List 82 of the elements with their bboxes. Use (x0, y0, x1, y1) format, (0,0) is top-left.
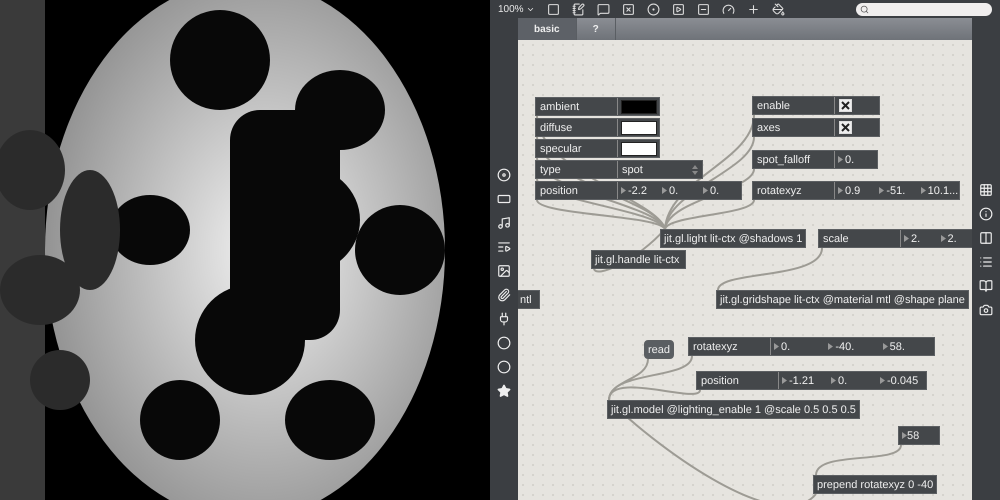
triangle-icon (774, 343, 779, 350)
disc-icon[interactable] (497, 168, 511, 182)
columns-icon[interactable] (979, 231, 993, 245)
number-box[interactable]: 58 (898, 426, 940, 445)
patch-object[interactable]: jit.gl.gridshape lit-ctx @material mtl @shape plane (716, 290, 969, 309)
number-field[interactable]: -51. (876, 184, 918, 196)
triangle-icon (782, 377, 787, 384)
grid-icon[interactable] (979, 183, 993, 197)
color-swatch[interactable] (621, 142, 657, 156)
number-field[interactable]: 2. (901, 232, 938, 244)
comment-icon[interactable] (596, 2, 610, 16)
attribute-label: rotatexyz (689, 338, 771, 355)
attribute-label: specular (536, 140, 618, 157)
patch-object[interactable]: ntl (518, 290, 540, 309)
circle-icon[interactable] (497, 336, 511, 350)
patch-object[interactable]: jit.gl.handle lit-ctx (591, 250, 686, 269)
number-field[interactable]: 10.1... (918, 184, 959, 196)
plus-icon[interactable] (746, 2, 760, 16)
triangle-icon (879, 187, 884, 194)
triangle-icon (828, 343, 834, 350)
toggle-checkbox[interactable] (839, 121, 852, 134)
attribute-label: rotatexyz (753, 182, 835, 199)
triangle-icon (920, 187, 926, 194)
tab[interactable]: basic (518, 18, 577, 40)
number-field[interactable]: 0. (835, 154, 877, 166)
list-icon[interactable] (979, 255, 993, 269)
triangle-icon (902, 432, 907, 439)
attribute-label: position (536, 182, 618, 199)
camera-icon[interactable] (979, 303, 993, 317)
triangle-icon (882, 343, 888, 350)
number-field[interactable]: -1.21 (779, 374, 828, 386)
search-icon (860, 4, 869, 14)
circle-icon[interactable] (497, 360, 511, 374)
attribute-label: enable (753, 97, 835, 114)
number-field[interactable]: -2.2 (618, 184, 659, 196)
triangle-icon (838, 156, 843, 163)
rectangle-icon[interactable] (497, 192, 511, 206)
number-field[interactable]: 0.9 (835, 184, 876, 196)
number-field[interactable]: -40. (825, 340, 880, 352)
zoom-menu[interactable]: 100% (498, 4, 535, 14)
number-field[interactable]: 58. (880, 340, 934, 352)
notebook-icon[interactable] (572, 2, 585, 16)
triangle-icon (940, 235, 946, 242)
triangle-icon (880, 377, 885, 384)
plug-icon[interactable] (497, 312, 511, 326)
search-field[interactable] (856, 2, 992, 16)
triangle-icon (838, 187, 843, 194)
paint-bucket-icon[interactable] (772, 2, 785, 16)
patch-object[interactable]: jit.gl.light lit-ctx @shadows 1 (660, 229, 806, 248)
image-icon[interactable] (497, 264, 511, 278)
play-list-icon[interactable] (497, 240, 511, 254)
triangle-icon (831, 377, 836, 384)
triangle-icon (904, 235, 909, 242)
attribute-label: scale (819, 230, 901, 247)
number-field[interactable]: -0.045 (877, 374, 926, 386)
music-note-icon[interactable] (497, 216, 511, 230)
attribute-label: spot_falloff (753, 151, 835, 168)
number-field[interactable]: 0. (771, 340, 826, 352)
number-field[interactable]: 0. (700, 184, 741, 196)
number-field[interactable]: 0. (828, 374, 877, 386)
number-field[interactable]: 2. (938, 232, 972, 244)
number-field[interactable]: 0. (659, 184, 700, 196)
attribute-label: diffuse (536, 119, 618, 136)
paperclip-icon[interactable] (497, 288, 511, 302)
star-icon[interactable] (497, 384, 511, 398)
patch-object[interactable]: prepend rotatexyz 0 -40 (813, 475, 938, 494)
patch-object[interactable]: jit.gl.model @lighting_enable 1 @scale 0.5 0.5 0.5 (607, 400, 860, 419)
info-icon[interactable] (979, 207, 993, 221)
attribute-label: position (697, 372, 779, 389)
square-icon[interactable] (546, 2, 560, 16)
play-icon[interactable] (672, 2, 685, 16)
attribute-label: axes (753, 119, 835, 136)
color-swatch[interactable] (621, 120, 657, 134)
color-swatch[interactable] (621, 100, 657, 114)
triangle-icon (703, 187, 708, 194)
message-box[interactable]: read (644, 340, 674, 359)
toggle-checkbox[interactable] (839, 99, 852, 112)
attribute-label: ambient (536, 98, 618, 115)
triangle-icon (662, 187, 667, 194)
book-icon[interactable] (979, 279, 993, 293)
dial-icon[interactable] (722, 2, 735, 16)
triangle-icon (621, 187, 626, 194)
